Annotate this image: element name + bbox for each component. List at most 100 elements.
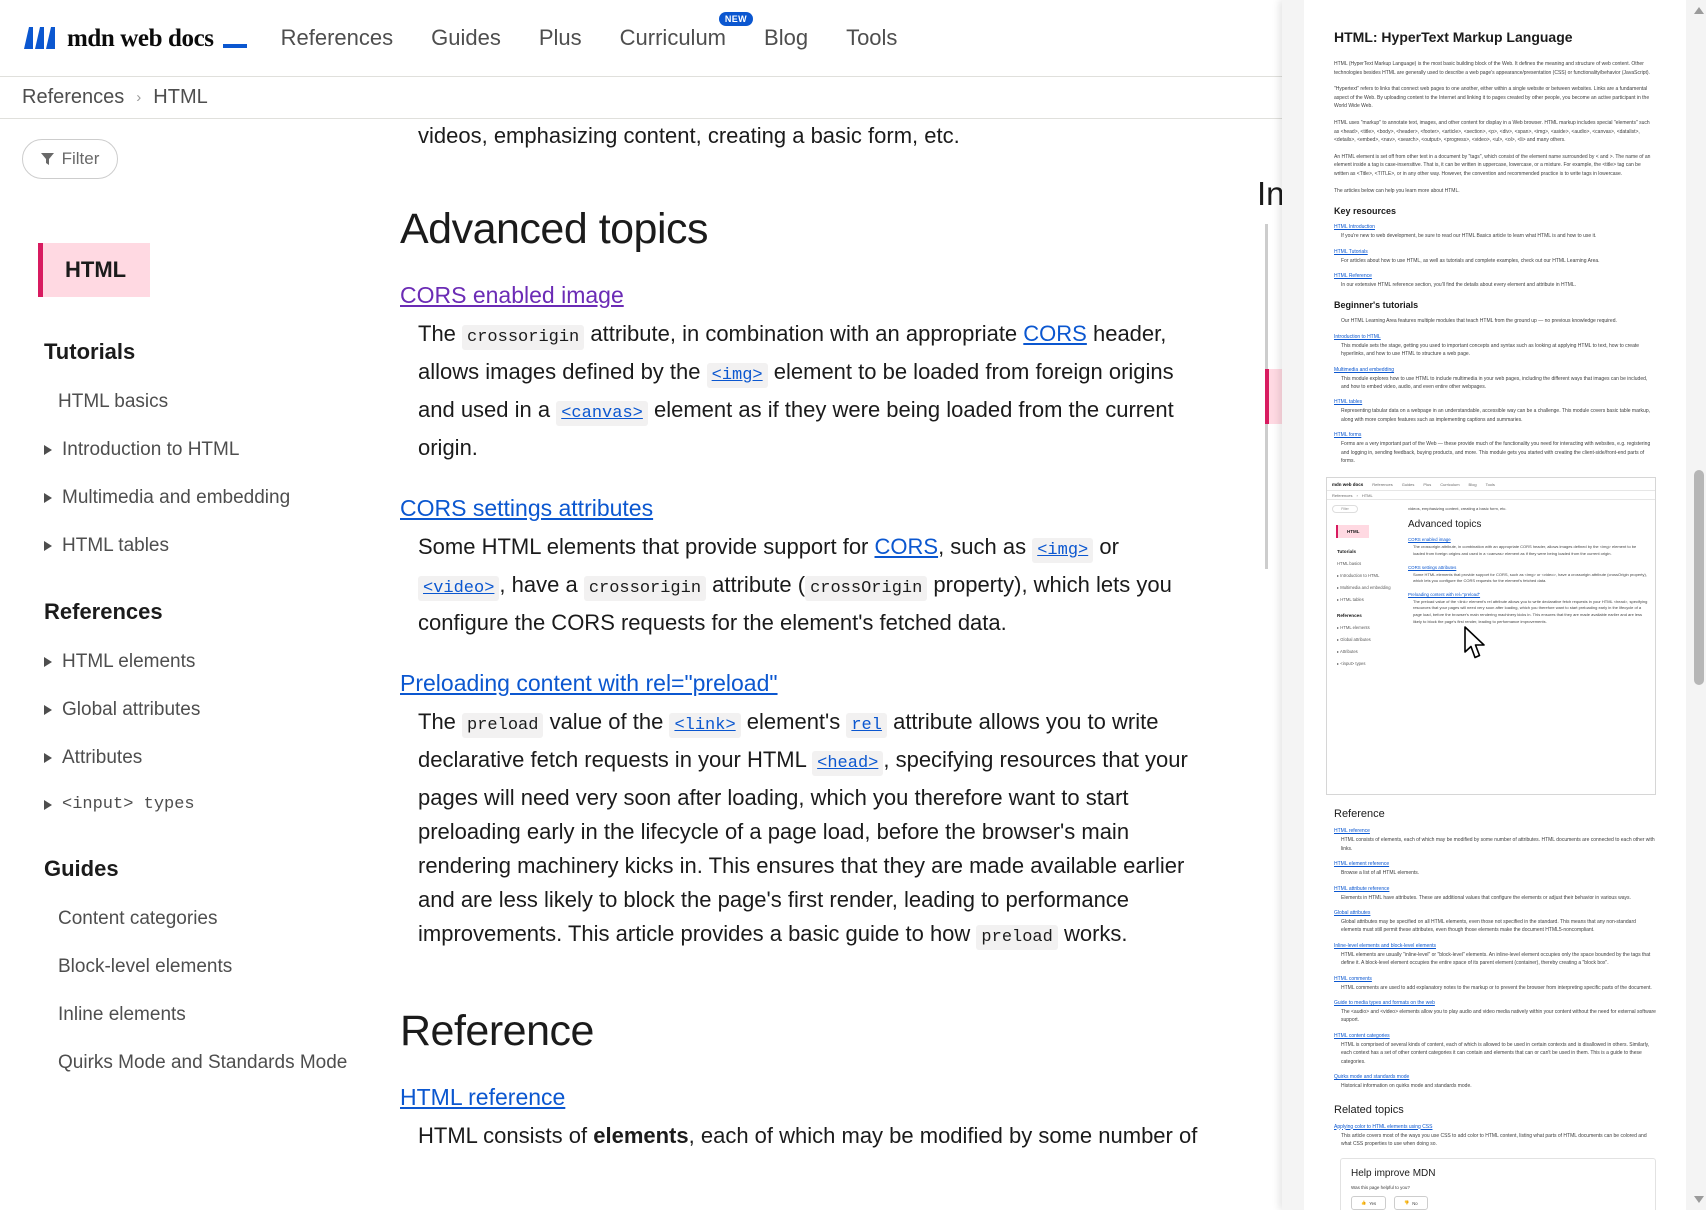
preview-bt-term-3[interactable]: HTML forms bbox=[1334, 432, 1656, 438]
preview-kr-term-1[interactable]: HTML Tutorials bbox=[1334, 249, 1656, 255]
sidebar-current-page-html[interactable]: HTML bbox=[38, 243, 151, 297]
sidebar-item-attributes[interactable]: Attributes bbox=[44, 747, 378, 769]
mini-nav-2[interactable]: Plus bbox=[1423, 482, 1431, 487]
triangle-up-icon[interactable] bbox=[1694, 7, 1704, 14]
link-html-reference[interactable]: HTML reference bbox=[400, 1084, 565, 1111]
nested-screenshot-preview[interactable]: mdn web docs References Guides Plus Curr… bbox=[1326, 477, 1656, 796]
nav-item-blog[interactable]: Blog bbox=[764, 25, 808, 51]
mini-item-r3[interactable]: ▸ <input> types bbox=[1337, 661, 1400, 666]
sidebar-item-multimedia-and-embedding[interactable]: Multimedia and embedding bbox=[44, 487, 378, 509]
preview-ref-term-0[interactable]: HTML reference bbox=[1334, 828, 1656, 834]
sidebar-item-block-level-elements[interactable]: Block-level elements bbox=[58, 956, 378, 978]
mini-crumb-1[interactable]: HTML bbox=[1362, 493, 1373, 498]
mini-entry-term-2[interactable]: Preloading content with rel="preload" bbox=[1408, 592, 1649, 597]
codelink-canvas[interactable]: <canvas> bbox=[556, 401, 648, 426]
sidebar-item-input-types[interactable]: <input> types bbox=[44, 795, 378, 814]
mini-filter-button[interactable]: Filter bbox=[1332, 505, 1358, 514]
preview-ref-term-3[interactable]: Global attributes bbox=[1334, 910, 1656, 916]
preview-ref-term-8[interactable]: Quirks mode and standards mode bbox=[1334, 1074, 1656, 1080]
overlay-scrollbar[interactable] bbox=[1692, 0, 1706, 1210]
codelink-img-1[interactable]: <img> bbox=[706, 363, 768, 388]
nav-item-plus[interactable]: Plus bbox=[539, 25, 582, 51]
mini-item-r1[interactable]: ▸ Global attributes bbox=[1337, 637, 1400, 642]
mini-crumb-0[interactable]: References bbox=[1332, 493, 1352, 498]
page-preview-overlay[interactable]: HTML: HyperText Markup Language HTML (Hy… bbox=[1282, 0, 1706, 1210]
mini-heading-tutorials: Tutorials bbox=[1337, 549, 1357, 555]
bold-elements: elements bbox=[593, 1123, 689, 1148]
codelink-img-2[interactable]: <img> bbox=[1032, 538, 1094, 563]
nav-item-references[interactable]: References bbox=[281, 25, 394, 51]
chevron-right-icon bbox=[44, 799, 52, 810]
scrollbar-thumb[interactable] bbox=[1694, 470, 1704, 685]
sidebar-item-html-basics[interactable]: HTML basics bbox=[58, 391, 378, 413]
breadcrumb-item-references[interactable]: References bbox=[22, 86, 124, 109]
feedback-yes-button[interactable]: 👍 Yes bbox=[1351, 1196, 1387, 1210]
codelink-rel[interactable]: rel bbox=[846, 713, 887, 738]
mini-nav-1[interactable]: Guides bbox=[1402, 482, 1415, 487]
mini-item-r2[interactable]: ▸ Attributes bbox=[1337, 649, 1400, 654]
preview-bt-term-1[interactable]: Multimedia and embedding bbox=[1334, 367, 1656, 373]
preview-related-term-0[interactable]: Applying color to HTML elements using CS… bbox=[1334, 1124, 1656, 1130]
new-badge: NEW bbox=[718, 12, 754, 26]
sidebar-item-global-attributes[interactable]: Global attributes bbox=[44, 699, 378, 721]
mini-item-t1[interactable]: ▸ Introduction to HTML bbox=[1337, 573, 1400, 578]
mini-entry-term-0[interactable]: CORS enabled image bbox=[1408, 537, 1649, 542]
heading-advanced-topics: Advanced topics bbox=[400, 205, 709, 253]
filter-button[interactable]: Filter bbox=[22, 139, 118, 179]
description-preloading-content: The preload value of the <link> element'… bbox=[418, 705, 1208, 955]
triangle-down-icon[interactable] bbox=[1694, 1196, 1704, 1203]
preview-kr-term-0[interactable]: HTML Introduction bbox=[1334, 224, 1656, 230]
mini-breadcrumb: References › HTML bbox=[1327, 491, 1655, 501]
codelink-video[interactable]: <video> bbox=[418, 576, 500, 601]
preview-ref-term-4[interactable]: Inline-level elements and block-level el… bbox=[1334, 943, 1656, 949]
link-cors-2[interactable]: CORS bbox=[875, 534, 939, 559]
mdn-logo[interactable]: mdn web docs bbox=[22, 25, 247, 51]
preview-ref-term-7[interactable]: HTML content categories bbox=[1334, 1033, 1656, 1039]
mini-item-r0[interactable]: ▸ HTML elements bbox=[1337, 625, 1400, 630]
preview-ref-term-2[interactable]: HTML attribute reference bbox=[1334, 886, 1656, 892]
codelink-head[interactable]: <head> bbox=[812, 751, 884, 776]
thumbs-up-icon: 👍 bbox=[1361, 1200, 1367, 1206]
sidebar-item-html-tables[interactable]: HTML tables bbox=[44, 535, 378, 557]
breadcrumb-separator-icon: › bbox=[136, 89, 142, 106]
mini-body: Filter HTML Tutorials HTML basics ▸ Intr… bbox=[1327, 500, 1655, 666]
link-cors-settings-attributes[interactable]: CORS settings attributes bbox=[400, 495, 653, 522]
sidebar-item-content-categories[interactable]: Content categories bbox=[58, 908, 378, 930]
preview-heading-beginner-tutorials: Beginner's tutorials bbox=[1334, 300, 1419, 311]
mini-nav-5[interactable]: Tools bbox=[1486, 482, 1495, 487]
nav-item-tools[interactable]: Tools bbox=[846, 25, 897, 51]
mini-current-page[interactable]: HTML bbox=[1336, 525, 1369, 539]
breadcrumb-item-html[interactable]: HTML bbox=[153, 86, 207, 109]
feedback-no-button[interactable]: 👎 No bbox=[1394, 1196, 1428, 1210]
mini-item-t0[interactable]: HTML basics bbox=[1337, 561, 1400, 566]
preview-paragraph-1: HTML (HyperText Markup Language) is the … bbox=[1334, 61, 1650, 76]
preview-ref-term-5[interactable]: HTML comments bbox=[1334, 976, 1656, 982]
chevron-right-icon bbox=[44, 753, 52, 763]
link-preloading-content[interactable]: Preloading content with rel="preload" bbox=[400, 670, 778, 697]
preview-ref-desc-1: Browse a list of all HTML elements. bbox=[1341, 870, 1420, 877]
link-cors-enabled-image[interactable]: CORS enabled image bbox=[400, 282, 624, 309]
mini-item-t2[interactable]: ▸ Multimedia and embedding bbox=[1337, 585, 1400, 590]
nav-item-curriculum[interactable]: Curriculum NEW bbox=[620, 12, 754, 51]
preview-bt-term-2[interactable]: HTML tables bbox=[1334, 399, 1656, 405]
preview-ref-desc-7: HTML is comprised of several kinds of co… bbox=[1341, 1041, 1650, 1065]
nav-item-guides[interactable]: Guides bbox=[431, 25, 501, 51]
sidebar-item-html-elements[interactable]: HTML elements bbox=[44, 651, 378, 673]
mini-entry-term-1[interactable]: CORS settings attributes bbox=[1408, 565, 1649, 570]
preview-kr-term-2[interactable]: HTML Reference bbox=[1334, 273, 1656, 279]
mini-nav-4[interactable]: Blog bbox=[1469, 482, 1477, 487]
sidebar-item-quirks-mode[interactable]: Quirks Mode and Standards Mode bbox=[58, 1052, 378, 1074]
link-cors-1[interactable]: CORS bbox=[1023, 321, 1087, 346]
sidebar-item-inline-elements[interactable]: Inline elements bbox=[58, 1004, 378, 1026]
preview-ref-term-1[interactable]: HTML element reference bbox=[1334, 861, 1656, 867]
mini-item-t3[interactable]: ▸ HTML tables bbox=[1337, 597, 1400, 602]
mini-nav-3[interactable]: Curriculum bbox=[1440, 482, 1459, 487]
mini-nav-0[interactable]: References bbox=[1372, 482, 1392, 487]
preview-ref-term-6[interactable]: Guide to media types and formats on the … bbox=[1334, 1000, 1656, 1006]
mini-entry-desc-2: The preload value of the <link> element'… bbox=[1413, 598, 1648, 624]
sidebar-item-introduction-to-html[interactable]: Introduction to HTML bbox=[44, 439, 378, 461]
funnel-icon bbox=[40, 153, 54, 165]
sidebar: Filter HTML Tutorials HTML basics Introd… bbox=[0, 119, 400, 1210]
codelink-link[interactable]: <link> bbox=[669, 713, 741, 738]
preview-bt-term-0[interactable]: Introduction to HTML bbox=[1334, 334, 1656, 340]
